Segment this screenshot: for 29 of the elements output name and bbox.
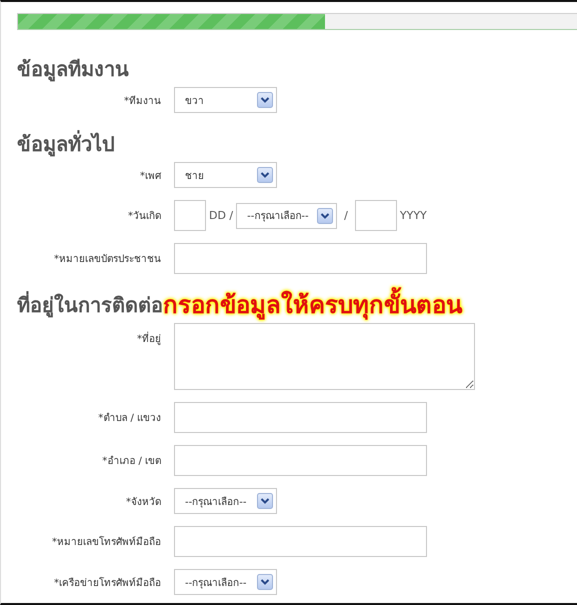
section-heading: ที่อยู่ในการติดต่อ [17, 290, 163, 320]
field-label: *หมายเลขโทรศัพท์มือถือ [52, 535, 161, 549]
field-label: *ตำบล / แขวง [98, 412, 161, 425]
field-label: *วันเกิด [128, 210, 161, 223]
select-field[interactable]: ชาย [174, 162, 277, 188]
field-label: *ทีมงาน [124, 94, 161, 108]
field-label: *หมายเลขบัตรประชาชน [54, 253, 161, 266]
field-label: *ที่อยู่ [137, 331, 161, 346]
input-field[interactable] [174, 243, 427, 274]
field-hint: YYYY [400, 209, 427, 222]
field-label: *เพศ [140, 170, 161, 182]
text-area[interactable] [174, 323, 475, 390]
field-label: *อำเภอ / เขต [102, 454, 161, 468]
select-field[interactable]: --กรุณาเลือก-- [236, 202, 338, 228]
input-field[interactable] [174, 200, 206, 231]
section-heading: ข้อมูลทีมงาน [17, 56, 129, 84]
input-field[interactable] [174, 445, 427, 476]
annotation-text: กรอกข้อมูลให้ครบทุกขั้นตอน [163, 285, 462, 324]
field-label: *เครือข่ายโทรศัพท์มือถือ [54, 576, 161, 590]
select-field[interactable]: --กรุณาเลือก-- [174, 569, 277, 595]
input-field[interactable] [174, 402, 427, 433]
input-field[interactable] [174, 526, 427, 557]
input-field[interactable] [354, 200, 397, 231]
section-heading: ข้อมูลทั่วไป [17, 129, 115, 158]
field-hint: / [344, 209, 348, 222]
field-hint: DD / [209, 209, 234, 222]
field-label: *จังหวัด [126, 496, 161, 508]
select-field[interactable]: ขวา [174, 87, 277, 113]
select-field[interactable]: --กรุณาเลือก-- [174, 488, 277, 514]
